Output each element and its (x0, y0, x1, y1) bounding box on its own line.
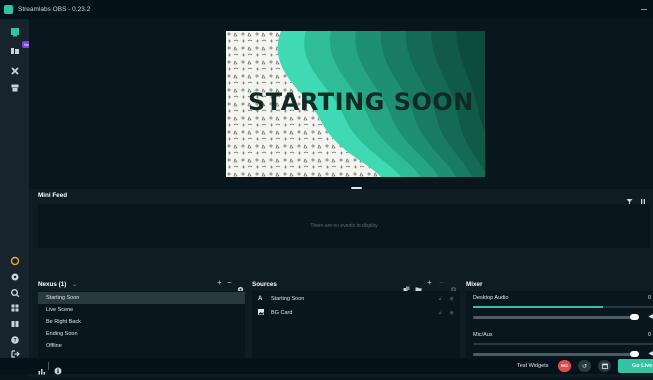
footer-bar: Test Widgets REC ↺ Go Live (0, 358, 653, 375)
test-widgets-button[interactable]: Test Widgets (517, 363, 548, 369)
scene-item[interactable]: Ending Soon (38, 328, 245, 340)
replay-buffer-button[interactable]: ↺ (578, 360, 591, 372)
mixer-channel-name: Mic/Aux (473, 332, 493, 338)
remove-scene-button[interactable]: − (227, 278, 232, 287)
app-logo-icon (4, 5, 13, 14)
calendar-icon (601, 363, 608, 369)
performance-stats-icon[interactable] (38, 362, 46, 380)
minimize-button[interactable] (641, 9, 647, 10)
source-item-label: BG Card (271, 310, 293, 316)
scene-item-label: Starting Soon (46, 295, 80, 301)
store-icon[interactable] (10, 83, 20, 93)
record-label: REC (560, 364, 569, 368)
sources-title: Sources (252, 281, 277, 288)
source-item[interactable]: BG Card 🔓︎ ◉ (252, 307, 460, 319)
volume-slider-handle[interactable] (630, 314, 639, 320)
scene-item[interactable]: Starting Soon (38, 292, 245, 304)
scene-item-label: Ending Soon (46, 331, 78, 337)
lock-icon[interactable]: 🔓︎ (439, 310, 442, 316)
recent-events-icon[interactable] (10, 272, 20, 282)
remove-source-button[interactable]: − (439, 278, 444, 287)
svg-text:?: ? (13, 338, 16, 344)
scene-item-label: Offline (46, 343, 62, 349)
tools-icon[interactable] (10, 66, 20, 76)
volume-slider-handle[interactable] (630, 351, 639, 357)
schedule-button[interactable] (598, 360, 611, 372)
speaker-icon[interactable]: ◀ (648, 350, 653, 357)
window-title: Streamlabs OBS - 0.23.2 (18, 6, 91, 13)
speaker-icon[interactable]: ◀ (648, 313, 653, 320)
go-live-button[interactable]: Go Live (618, 359, 653, 373)
info-icon[interactable] (54, 362, 62, 380)
text-icon: A (258, 296, 263, 302)
mini-feed-body: There are no events to display (38, 204, 650, 248)
go-live-label: Go Live (632, 363, 653, 369)
volume-meter (473, 306, 653, 308)
footer-divider (48, 362, 49, 370)
preview-area: STARTING SOON (29, 19, 653, 184)
scene-item-label: Be Right Back (46, 319, 81, 325)
scene-collection-selector[interactable]: Nexus (1) ⌄ (38, 281, 77, 288)
volume-slider[interactable] (473, 351, 639, 357)
add-source-button[interactable]: + (427, 278, 432, 287)
help-icon[interactable]: ? (10, 335, 20, 345)
scene-collection-title: Nexus (1) (38, 281, 67, 288)
editor-icon[interactable] (10, 27, 20, 37)
visibility-eye-icon[interactable]: ◉ (450, 310, 454, 316)
mixer-title: Mixer (466, 281, 483, 288)
mini-feed-empty-message: There are no events to display (310, 223, 378, 229)
search-icon[interactable] (10, 288, 20, 298)
source-item[interactable]: A Starting Soon 🔓︎ ◉ (252, 293, 460, 305)
title-bar: Streamlabs OBS - 0.23.2 (0, 0, 653, 19)
volume-meter (473, 343, 653, 345)
mixer-channel-value: 0 (647, 295, 651, 301)
main-area: STARTING SOON Mini Feed There are no eve… (29, 19, 653, 377)
mixer-channel-name: Desktop Audio (473, 295, 509, 301)
scene-item[interactable]: Offline (38, 340, 245, 352)
lock-icon[interactable]: 🔓︎ (439, 296, 442, 302)
scene-item[interactable]: Live Scene (38, 304, 245, 316)
studio-mode-icon[interactable] (10, 319, 20, 329)
source-item-label: Starting Soon (271, 296, 305, 302)
theme-library-icon[interactable] (10, 46, 20, 56)
replay-icon: ↺ (581, 363, 588, 370)
visibility-eye-icon[interactable]: ◉ (450, 296, 454, 302)
mixer-channel-value: 0 (647, 332, 651, 338)
scene-item[interactable]: Be Right Back (38, 316, 245, 328)
scene-item-label: Live Scene (46, 307, 74, 313)
dashboard-icon[interactable] (10, 256, 20, 266)
mini-feed-title: Mini Feed (38, 192, 68, 199)
add-scene-button[interactable]: + (217, 278, 222, 287)
sidebar: New ? (0, 19, 35, 374)
preview-title-text: STARTING SOON (248, 88, 474, 116)
chevron-down-icon: ⌄ (72, 281, 78, 288)
volume-slider[interactable] (473, 314, 639, 320)
image-icon (258, 309, 268, 317)
volume-meter-fill (473, 306, 603, 308)
record-button[interactable]: REC (558, 360, 571, 372)
stream-preview: STARTING SOON (226, 31, 485, 177)
layout-icon[interactable] (10, 303, 20, 313)
